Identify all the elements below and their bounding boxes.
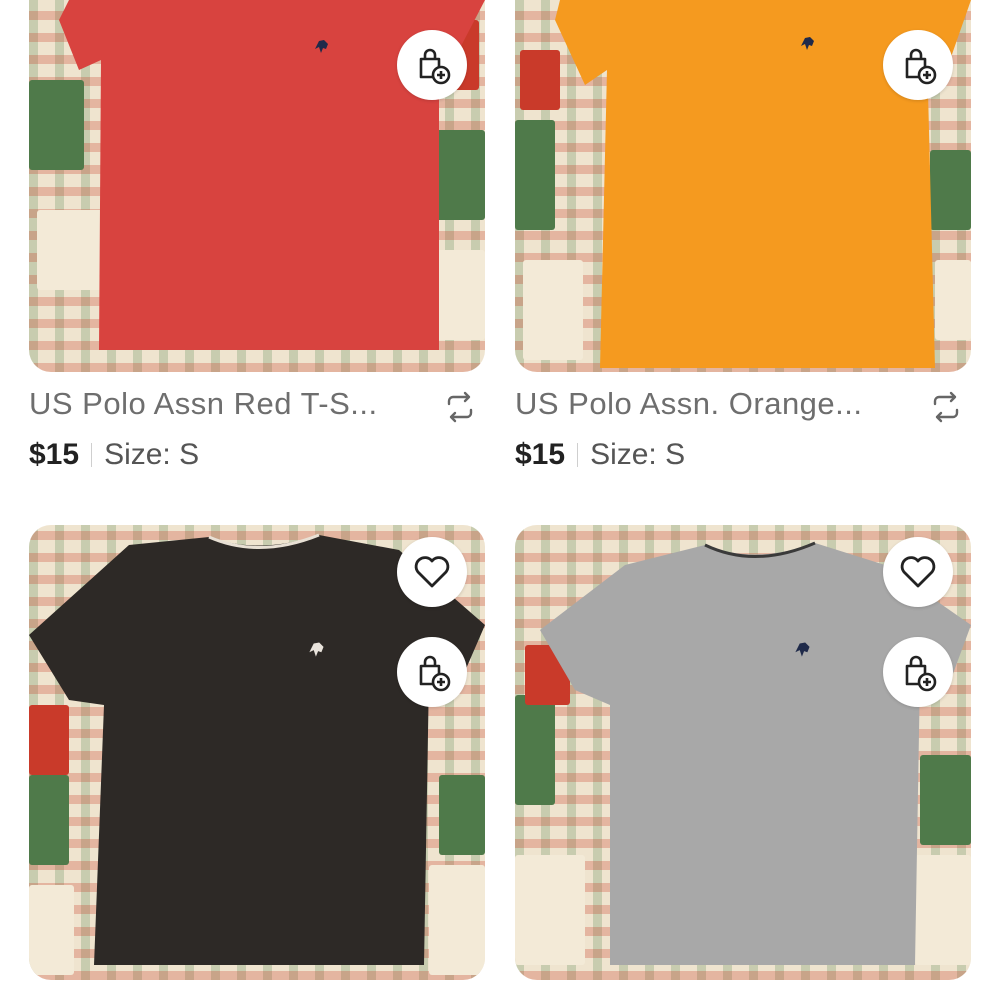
add-to-bag-button[interactable] [397,637,467,707]
listing-title[interactable]: US Polo Assn. Orange... [515,386,895,422]
repost-icon[interactable] [929,390,963,424]
polo-logo-icon [309,642,324,657]
listing-size: Size: S [104,438,200,471]
repost-icon[interactable] [443,390,477,424]
add-to-bag-button[interactable] [883,637,953,707]
listing-card[interactable]: US Polo Assn. Orange... $15 Size: S [515,0,971,492]
listing-meta: $15 Size: S [515,438,685,472]
listing-photo[interactable] [515,0,971,372]
bag-add-icon [419,655,451,692]
bag-add-icon [905,655,937,692]
listing-photo[interactable] [29,0,485,372]
listing-card[interactable] [29,525,485,980]
bag-add-icon [419,48,451,85]
listing-title[interactable]: US Polo Assn Red T-S... [29,386,409,422]
add-to-bag-button[interactable] [397,30,467,100]
listing-card[interactable]: US Polo Assn Red T-S... $15 Size: S [29,0,485,492]
polo-logo-icon [315,40,328,53]
listing-size: Size: S [590,438,686,471]
listing-price: $15 [29,438,80,471]
listing-card[interactable] [515,525,971,980]
listing-photo[interactable] [29,525,485,980]
listing-meta: $15 Size: S [29,438,199,472]
listing-price: $15 [515,438,566,471]
heart-icon [900,556,936,588]
divider [577,443,579,467]
like-button[interactable] [883,537,953,607]
polo-logo-icon [801,37,814,50]
bag-add-icon [905,48,937,85]
polo-logo-icon [795,642,810,657]
divider [91,443,93,467]
heart-icon [414,556,450,588]
add-to-bag-button[interactable] [883,30,953,100]
listing-photo[interactable] [515,525,971,980]
like-button[interactable] [397,537,467,607]
